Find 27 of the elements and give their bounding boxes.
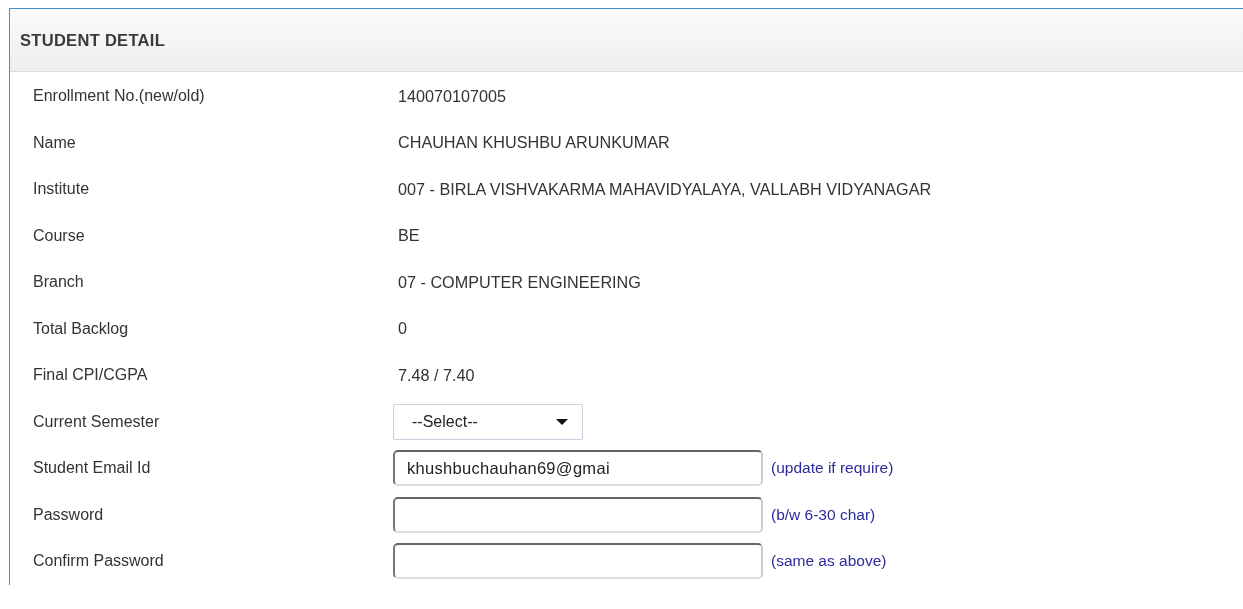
field-label: Password — [32, 505, 105, 524]
caret-icon — [556, 418, 568, 425]
input-field[interactable] — [393, 543, 763, 580]
field-value: BE — [397, 226, 420, 246]
field-label: Student Email Id — [32, 459, 152, 478]
field-label: Institute — [32, 180, 91, 199]
hint-text: (update if require) — [771, 459, 894, 478]
field-value: 007 - BIRLA VISHVAKARMA MAHAVIDYALAYA, VALLABH VIDYANAGAR — [397, 179, 932, 199]
field-label: Name — [32, 133, 77, 152]
field-value: 0 — [397, 319, 407, 339]
semester-dropdown[interactable]: --Select-- — [393, 403, 583, 440]
field-value: CHAUHAN KHUSHBU ARUNKUMAR — [397, 133, 670, 153]
field-value: 140070107005 — [397, 86, 507, 106]
panel-header: STUDENT DETAIL — [10, 9, 1243, 72]
input-field[interactable] — [393, 496, 763, 533]
field-label: Confirm Password — [32, 552, 165, 571]
field-label: Branch — [32, 273, 85, 292]
hint-text: (b/w 6-30 char) — [771, 505, 876, 524]
field-label: Total Backlog — [32, 319, 130, 338]
field-value: 7.48 / 7.40 — [397, 365, 475, 385]
field-label: Enrollment No.(new/old) — [32, 87, 206, 106]
field-value: 07 - COMPUTER ENGINEERING — [397, 272, 641, 292]
field-label: Course — [32, 226, 86, 245]
hint-text: (same as above) — [771, 552, 887, 571]
field-label: Final CPI/CGPA — [32, 366, 149, 385]
field-label: Current Semester — [32, 412, 161, 431]
input-field[interactable]: khushbuchauhan69@gmai — [393, 450, 763, 487]
